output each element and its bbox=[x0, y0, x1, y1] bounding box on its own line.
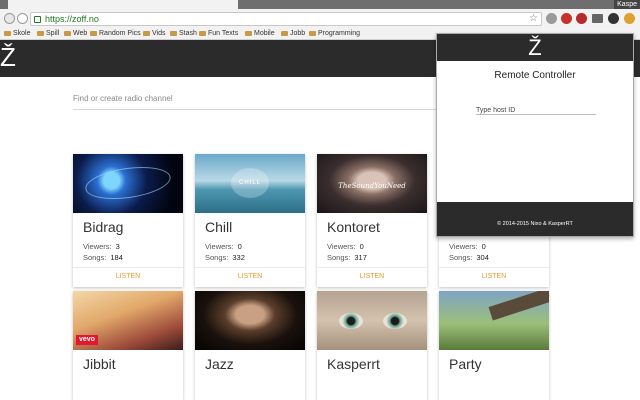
folder-icon bbox=[37, 30, 44, 36]
songs-count: Songs: 317 bbox=[327, 253, 367, 262]
folder-icon bbox=[309, 30, 316, 36]
channel-name: Jazz bbox=[205, 356, 234, 372]
host-id-field bbox=[476, 99, 596, 118]
browser-toolbar: https://zoff.no ☆ bbox=[0, 9, 640, 29]
channel-card-kasperrt[interactable]: Kasperrt bbox=[317, 291, 427, 400]
folder-icon bbox=[64, 30, 71, 36]
bookmark-star-icon[interactable]: ☆ bbox=[529, 13, 538, 25]
folder-icon bbox=[90, 30, 97, 36]
vevo-logo: vevo bbox=[76, 335, 98, 345]
menu-icon[interactable] bbox=[624, 13, 635, 24]
folder-icon bbox=[170, 30, 177, 36]
channel-search-input[interactable] bbox=[73, 88, 473, 109]
folder-icon bbox=[143, 30, 150, 36]
channel-card-chill[interactable]: CHILL Chill Viewers: 0 Songs: 332 LISTEN bbox=[195, 154, 305, 287]
listen-button[interactable]: LISTEN bbox=[317, 267, 427, 286]
channel-name: Bidrag bbox=[83, 219, 124, 235]
channel-search bbox=[73, 88, 473, 110]
popup-header: Ž bbox=[437, 34, 633, 61]
zoff-logo[interactable]: Ž bbox=[0, 42, 16, 72]
channel-name: Kasperrt bbox=[327, 356, 380, 372]
folder-icon bbox=[4, 30, 11, 36]
channel-thumbnail bbox=[439, 291, 549, 350]
channel-thumbnail bbox=[195, 291, 305, 350]
songs-count: Songs: 184 bbox=[83, 253, 123, 262]
viewers-count: Viewers: 0 bbox=[327, 242, 364, 251]
bookmark-folder[interactable]: Web bbox=[64, 29, 87, 39]
tab-strip: Kaspe bbox=[0, 0, 640, 9]
bookmark-folder[interactable]: Skole bbox=[4, 29, 31, 39]
bookmark-folder[interactable]: Mobile bbox=[245, 29, 275, 39]
bookmark-folder[interactable]: Spill bbox=[37, 29, 59, 39]
bookmark-folder[interactable]: Programming bbox=[309, 29, 360, 39]
popup-logo: Ž bbox=[528, 35, 542, 60]
channel-thumbnail: CHILL bbox=[195, 154, 305, 213]
songs-count: Songs: 332 bbox=[205, 253, 245, 262]
popup-footer: © 2014-2015 Nixo & KasperRT bbox=[437, 202, 633, 236]
bookmark-folder[interactable]: Jobb bbox=[281, 29, 305, 39]
extension-icon-2[interactable] bbox=[561, 13, 572, 24]
channel-card-jazz[interactable]: Jazz bbox=[195, 291, 305, 400]
viewers-count: Viewers: 0 bbox=[205, 242, 242, 251]
listen-button[interactable]: LISTEN bbox=[439, 267, 549, 286]
cast-icon[interactable] bbox=[592, 14, 603, 23]
browser-tab[interactable] bbox=[8, 0, 238, 9]
extension-icon-1[interactable] bbox=[546, 13, 557, 24]
profile-label[interactable]: Kaspe bbox=[614, 0, 640, 9]
zoff-extension-icon[interactable] bbox=[608, 13, 619, 24]
songs-count: Songs: 304 bbox=[449, 253, 489, 262]
reload-icon[interactable] bbox=[17, 13, 28, 24]
channel-card-party[interactable]: Party bbox=[439, 291, 549, 400]
channel-name: Party bbox=[449, 356, 482, 372]
channel-thumbnail bbox=[73, 154, 183, 213]
remote-controller-popup: Ž Remote Controller © 2014-2015 Nixo & K… bbox=[436, 33, 634, 237]
host-id-input[interactable] bbox=[476, 103, 596, 118]
channel-thumbnail bbox=[317, 291, 427, 350]
lock-icon bbox=[34, 16, 41, 23]
bookmark-folder[interactable]: Stash bbox=[170, 29, 197, 39]
channel-card-bidrag[interactable]: Bidrag Viewers: 3 Songs: 184 LISTEN bbox=[73, 154, 183, 287]
channel-card-kontoret[interactable]: TheSoundYouNeed Kontoret Viewers: 0 Songs… bbox=[317, 154, 427, 287]
folder-icon bbox=[199, 30, 206, 36]
bookmark-folder[interactable]: Vids bbox=[143, 29, 166, 39]
channel-card-jibbit[interactable]: vevo Jibbit bbox=[73, 291, 183, 400]
thumbnail-text: TheSoundYouNeed bbox=[338, 182, 406, 190]
bookmark-folder[interactable]: Random Pics bbox=[90, 29, 141, 39]
address-bar[interactable]: https://zoff.no ☆ bbox=[30, 12, 542, 26]
bookmark-folder[interactable]: Fun Texts bbox=[199, 29, 238, 39]
listen-button[interactable]: LISTEN bbox=[195, 267, 305, 286]
back-icon[interactable] bbox=[4, 13, 15, 24]
folder-icon bbox=[245, 30, 252, 36]
channel-thumbnail: TheSoundYouNeed bbox=[317, 154, 427, 213]
thumbnail-text: CHILL bbox=[231, 168, 269, 198]
folder-icon bbox=[281, 30, 288, 36]
viewers-count: Viewers: 3 bbox=[83, 242, 120, 251]
extension-icon-3[interactable] bbox=[576, 13, 587, 24]
viewers-count: Viewers: 0 bbox=[449, 242, 486, 251]
channel-name: Chill bbox=[205, 219, 233, 235]
channel-thumbnail: vevo bbox=[73, 291, 183, 350]
channel-name: Jibbit bbox=[83, 356, 116, 372]
channel-name: Kontoret bbox=[327, 219, 380, 235]
url-text[interactable]: https://zoff.no bbox=[45, 13, 99, 25]
popup-title: Remote Controller bbox=[494, 70, 576, 81]
listen-button[interactable]: LISTEN bbox=[73, 267, 183, 286]
